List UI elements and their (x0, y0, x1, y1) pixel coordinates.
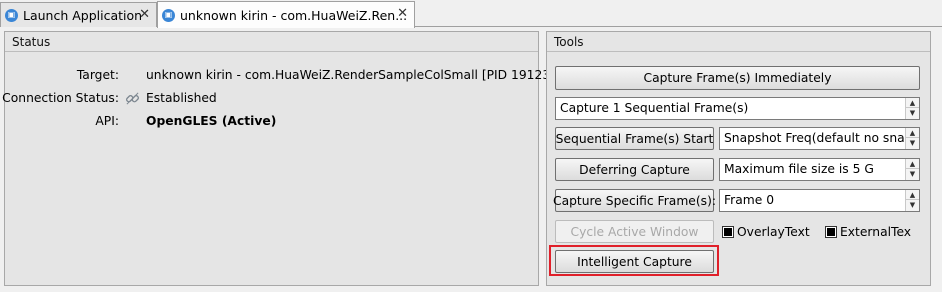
spin-down-icon[interactable]: ▼ (906, 108, 919, 118)
app-icon: ▣ (162, 8, 175, 22)
tab-launch-application[interactable]: ▣ Launch Application ✕ (0, 2, 157, 27)
deferring-capture-button[interactable]: Deferring Capture (555, 158, 714, 181)
tab-label: Launch Application (23, 7, 143, 23)
status-panel-title: Status (5, 32, 538, 52)
overlay-text-label: OverlayText (737, 225, 810, 239)
sequential-frames-text: Capture 1 Sequential Frame(s) (560, 101, 749, 115)
connection-status-label: Connection Status: (2, 91, 119, 105)
spin-arrows: ▲ ▼ (905, 98, 919, 119)
tools-panel-title: Tools (547, 32, 930, 52)
spin-down-icon[interactable]: ▼ (906, 138, 919, 148)
spin-up-icon[interactable]: ▲ (906, 128, 919, 138)
api-row: API: OpenGLES (Active) (5, 112, 535, 130)
spin-arrows: ▲ ▼ (905, 128, 919, 149)
app-icon: ▣ (5, 8, 18, 22)
spin-down-icon[interactable]: ▼ (906, 169, 919, 179)
max-file-size-spinbox[interactable]: Maximum file size is 5 G ▲ ▼ (719, 158, 920, 181)
cycle-active-window-button[interactable]: Cycle Active Window (555, 220, 714, 243)
spin-arrows: ▲ ▼ (905, 159, 919, 180)
connection-status-row: Connection Status: Established (2, 89, 535, 107)
spin-down-icon[interactable]: ▼ (906, 200, 919, 210)
close-icon[interactable]: ✕ (139, 7, 150, 22)
spin-up-icon[interactable]: ▲ (906, 190, 919, 200)
link-icon (125, 92, 140, 105)
target-value: unknown kirin - com.HuaWeiZ.RenderSample… (146, 68, 555, 82)
spin-arrows: ▲ ▼ (905, 190, 919, 211)
spin-up-icon[interactable]: ▲ (906, 98, 919, 108)
target-label: Target: (76, 68, 119, 82)
connection-status-value: Established (146, 91, 217, 105)
spin-up-icon[interactable]: ▲ (906, 159, 919, 169)
api-label: API: (95, 114, 119, 128)
checkbox-box[interactable] (825, 226, 837, 238)
external-tex-checkbox[interactable]: ExternalTex (825, 224, 911, 240)
frame-spinbox[interactable]: Frame 0 ▲ ▼ (719, 189, 920, 212)
target-row: Target: unknown kirin - com.HuaWeiZ.Rend… (5, 66, 555, 84)
tab-bar: ▣ Launch Application ✕ ▣ unknown kirin -… (0, 0, 942, 28)
sequential-frames-spinbox[interactable]: Capture 1 Sequential Frame(s) ▲ ▼ (555, 97, 920, 120)
checkbox-box[interactable] (722, 226, 734, 238)
capture-specific-button[interactable]: Capture Specific Frame(s): (553, 189, 716, 212)
highlight-box (549, 245, 719, 276)
tab-device-session[interactable]: ▣ unknown kirin - com.HuaWeiZ.Ren... ✕ (157, 1, 415, 28)
sequential-start-button[interactable]: Sequential Frame(s) Start (555, 127, 714, 150)
external-tex-label: ExternalTex (840, 225, 912, 239)
max-file-size-text: Maximum file size is 5 G (724, 162, 874, 176)
status-panel: Status Target: unknown kirin - com.HuaWe… (2, 31, 555, 286)
snapshot-freq-spinbox[interactable]: Snapshot Freq(default no snap) ▲ ▼ (719, 127, 920, 150)
tab-label: unknown kirin - com.HuaWeiZ.Ren... (180, 7, 408, 23)
overlay-text-checkbox[interactable]: OverlayText (722, 224, 810, 240)
api-value: OpenGLES (Active) (146, 114, 277, 128)
frame-text: Frame 0 (724, 193, 775, 207)
close-icon[interactable]: ✕ (397, 6, 408, 21)
snapshot-freq-text: Snapshot Freq(default no snap) (724, 131, 918, 145)
capture-immediately-button[interactable]: Capture Frame(s) Immediately (555, 66, 920, 90)
